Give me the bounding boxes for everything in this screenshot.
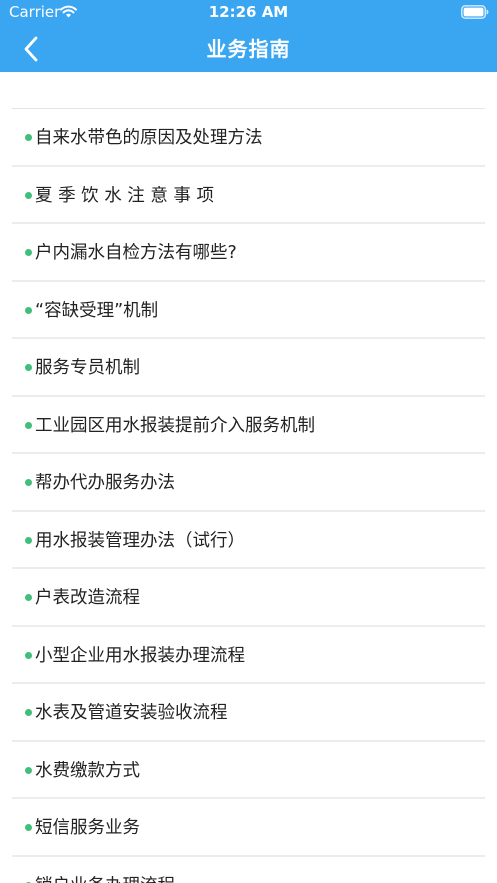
list-item-label: 工业园区用水报装提前介入服务机制	[35, 415, 315, 436]
bullet-dot-icon	[25, 766, 32, 774]
list-item-label: 户表改造流程	[35, 588, 140, 609]
list-item-label: 小型企业用水报装办理流程	[35, 645, 245, 666]
battery-icon	[461, 5, 489, 19]
list-item-label: 短信服务业务	[35, 818, 140, 839]
bullet-dot-icon	[25, 306, 32, 314]
bullet-dot-icon	[25, 191, 32, 199]
page-title: 业务指南	[206, 37, 291, 61]
list-item[interactable]: 小型企业用水报装办理流程	[12, 627, 485, 684]
list-item[interactable]: 户内漏水自检方法有哪些?	[12, 224, 485, 282]
guide-list: 自来水带色的原因及处理方法 夏 季 饮 水 注 意 事 项 户内漏水自检方法有哪…	[12, 109, 485, 883]
list-item[interactable]: “容缺受理”机制	[12, 282, 485, 339]
bullet-dot-icon	[25, 421, 32, 429]
list-item[interactable]: 用水报装管理办法（试行）	[12, 512, 485, 569]
status-time: 12:26 AM	[208, 3, 289, 21]
bullet-dot-icon	[25, 479, 32, 487]
bullet-dot-icon	[25, 249, 32, 257]
list-item-label: 水费缴款方式	[35, 760, 140, 781]
list-item-label: 户内漏水自检方法有哪些?	[35, 243, 237, 264]
bullet-dot-icon	[25, 709, 32, 717]
list-item[interactable]: 服务专员机制	[12, 339, 485, 397]
list-item-label: 夏 季 饮 水 注 意 事 项	[35, 185, 214, 206]
bullet-dot-icon	[25, 824, 32, 832]
bullet-dot-icon	[25, 651, 32, 659]
list-item[interactable]: 户表改造流程	[12, 569, 485, 627]
list-item[interactable]: 水费缴款方式	[12, 742, 485, 799]
list-item[interactable]: 帮办代办服务办法	[12, 454, 485, 512]
status-bar: Carrier 12:26 AM	[0, 0, 497, 26]
bullet-dot-icon	[25, 134, 32, 142]
list-item[interactable]: 夏 季 饮 水 注 意 事 项	[12, 167, 485, 224]
bullet-dot-icon	[25, 364, 32, 372]
bullet-dot-icon	[25, 594, 32, 602]
bullet-dot-icon	[25, 536, 32, 544]
list-item-label: 帮办代办服务办法	[35, 473, 175, 494]
list-item[interactable]: 自来水带色的原因及处理方法	[12, 109, 485, 167]
guide-list-container[interactable]: 自来水带色的原因及处理方法 夏 季 饮 水 注 意 事 项 户内漏水自检方法有哪…	[0, 72, 497, 883]
list-item[interactable]: 销户业务办理流程	[12, 857, 485, 883]
list-item-label: 用水报装管理办法（试行）	[35, 530, 245, 551]
list-item-label: “容缺受理”机制	[35, 300, 159, 321]
navigation-header: Carrier 12:26 AM 业务指南	[0, 0, 497, 72]
list-item-label: 销户业务办理流程	[35, 872, 175, 883]
list-item[interactable]: 工业园区用水报装提前介入服务机制	[12, 397, 485, 454]
list-item[interactable]: 水表及管道安装验收流程	[12, 684, 485, 742]
list-item[interactable]: 短信服务业务	[12, 799, 485, 857]
list-item-label: 自来水带色的原因及处理方法	[35, 128, 263, 149]
list-item-label: 服务专员机制	[35, 358, 140, 379]
list-item-label: 水表及管道安装验收流程	[35, 703, 228, 724]
